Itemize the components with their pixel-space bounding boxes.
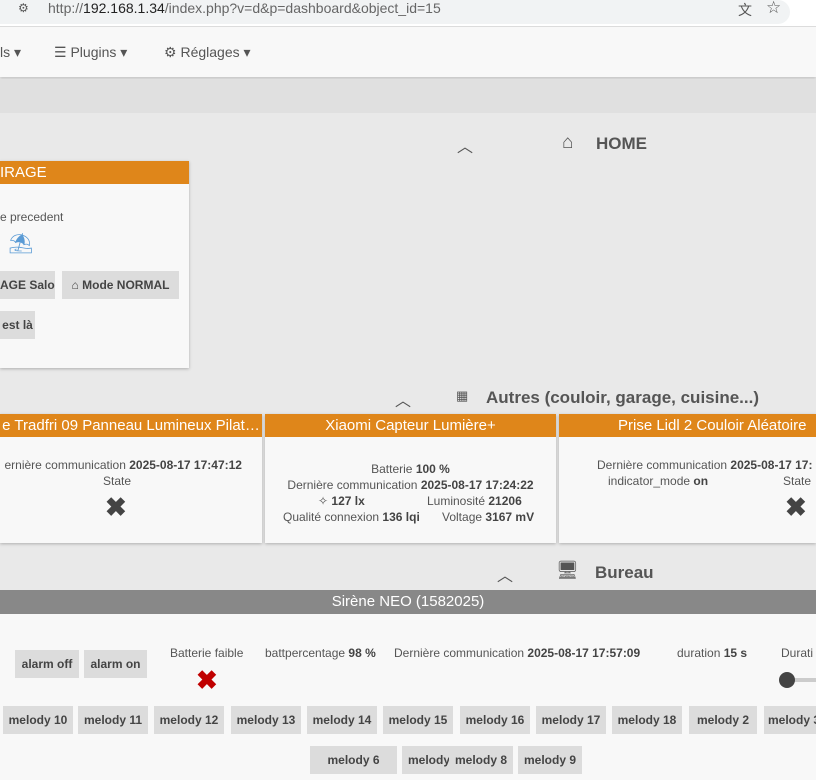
last-communication: Dernière communication 2025-08-17 17: [597,458,813,472]
site-settings-icon[interactable]: ⚙ [18,1,29,15]
melody-button[interactable]: melody 10 [3,706,73,734]
house-icon: ⌂ [71,278,79,292]
state-label: State [103,474,132,488]
translate-icon[interactable]: 文 [738,0,752,20]
nav-menu-tools[interactable]: ls ▾ [0,44,21,61]
xiaomi-card: Xiaomi Capteur Lumière+ Batterie 100 % D… [265,414,556,543]
sirene-card: Sirène NEO (1582025) alarm off alarm on … [0,590,816,780]
last-communication: Dernière communication 2025-08-17 17:57:… [394,646,641,660]
melody-button[interactable]: melody 8 [449,746,513,774]
card-title: Sirène NEO (1582025) [0,590,816,614]
section-title-home: HOME [596,134,647,153]
home-icon: ⌂ [562,132,574,153]
last-communication: ernière communication 2025-08-17 17:47:1… [4,458,242,472]
browser-address-bar: ⚙ http://192.168.1.34/index.php?v=d&p=da… [0,0,816,27]
presence-button[interactable]: est là [0,311,35,339]
melody-button[interactable]: melody 12 [154,706,224,734]
melody-button[interactable]: melody 3 [764,706,816,734]
collapse-bureau-chevron-icon[interactable]: ︿ [497,562,513,586]
melody-button[interactable]: melody 15 [383,706,453,734]
battery-percentage: battpercentage 98 % [265,646,376,660]
nav-menu-settings[interactable]: ⚙ Réglages ▾ [164,44,251,61]
computer-icon: 🖥 [556,560,579,580]
indicator-mode: indicator_mode on [608,474,709,488]
section-title-bureau: Bureau [595,563,654,582]
melody-button[interactable]: melody 14 [307,706,377,734]
toolbar-band [0,79,816,113]
star-icon[interactable]: ☆ [766,0,781,18]
melody-button[interactable]: melody 9 [518,746,582,774]
url-text[interactable]: http://192.168.1.34/index.php?v=d&p=dash… [48,0,441,16]
last-communication: Dernière communication 2025-08-17 17:24:… [287,478,534,492]
collapse-autres-chevron-icon[interactable]: ︿ [395,387,411,411]
state-off-x-icon[interactable]: ✖ [785,494,807,520]
illuminance-lux: ✧ 127 lx [318,494,365,508]
list-icon: ☰ [54,44,67,60]
lidl-card: Prise Lidl 2 Couloir Aléatoire Dernière … [559,414,816,543]
duration-slider-label: Durati [781,646,814,660]
melody-button[interactable]: melody 13 [231,706,301,734]
state-label: State [783,474,812,488]
state-off-x-icon[interactable]: ✖ [105,494,127,520]
card-title: Prise Lidl 2 Couloir Aléatoire [559,414,816,437]
collapse-home-chevron-icon[interactable]: ︿ [457,133,473,157]
light-icon: ✧ [318,494,329,508]
previous-mode-label: e precedent [0,210,64,224]
duration: duration 15 s [677,646,748,660]
url-field[interactable]: ⚙ http://192.168.1.34/index.php?v=d&p=da… [0,0,790,24]
section-title-autres: Autres (couloir, garage, cuisine...) [486,388,760,407]
garage-card: IRAGE e precedent ⛱ AGE Salon ⌂ Mode NOR… [0,161,189,368]
mode-salon-button[interactable]: AGE Salon [0,271,55,299]
melody-button[interactable]: melody 17 [536,706,606,734]
beach-umbrella-icon: ⛱ [8,233,34,255]
melody-button[interactable]: melody 18 [612,706,682,734]
battery-low-x-icon: ✖ [196,665,218,695]
melody-button[interactable]: melody 16 [460,706,530,734]
mode-normal-button[interactable]: ⌂ Mode NORMAL [62,271,179,299]
luminosity: Luminosité 21206 [427,494,522,508]
card-title: Xiaomi Capteur Lumière+ [265,414,556,437]
alarm-off-button[interactable]: alarm off [15,650,79,678]
battery: Batterie 100 % [371,462,450,476]
top-navbar: ls ▾ ☰ Plugins ▾ ⚙ Réglages ▾ [0,27,816,77]
melody-button[interactable]: melody 2 [689,706,757,734]
tradfri-card: e Tradfri 09 Panneau Lumineux Pilat… ern… [0,414,262,543]
nav-menu-plugins[interactable]: ☰ Plugins ▾ [54,44,127,61]
melody-button[interactable]: melody 6 [310,746,397,774]
alarm-on-button[interactable]: alarm on [84,650,147,678]
battery-low-label: Batterie faible [170,646,244,660]
card-title: IRAGE [0,161,189,184]
duration-slider-handle[interactable] [779,672,795,688]
melody-button[interactable]: melody 11 [78,706,148,734]
voltage: Voltage 3167 mV [442,510,535,524]
card-title: e Tradfri 09 Panneau Lumineux Pilat… [0,414,262,437]
link-quality: Qualité connexion 136 lqi [283,510,420,524]
grid-icon: ▦ [456,388,469,403]
gear-icon: ⚙ [164,44,177,60]
